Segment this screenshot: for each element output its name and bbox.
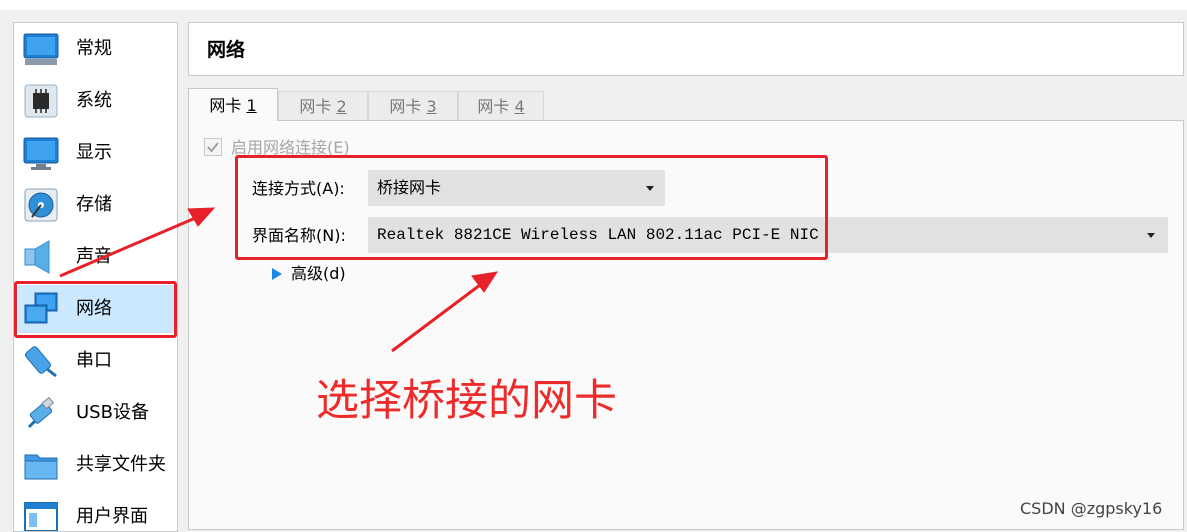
tab-adapter-1[interactable]: 网卡 1 (188, 88, 278, 121)
tab-number: 1 (246, 96, 257, 115)
annotation-arrows (59, 207, 499, 353)
tab-label: 网卡 (209, 96, 242, 115)
annotation-text: 选择桥接的网卡 (316, 376, 617, 426)
watermark: CSDN @zgpsky16 (1020, 499, 1163, 518)
arrow-head-icon (187, 207, 216, 227)
